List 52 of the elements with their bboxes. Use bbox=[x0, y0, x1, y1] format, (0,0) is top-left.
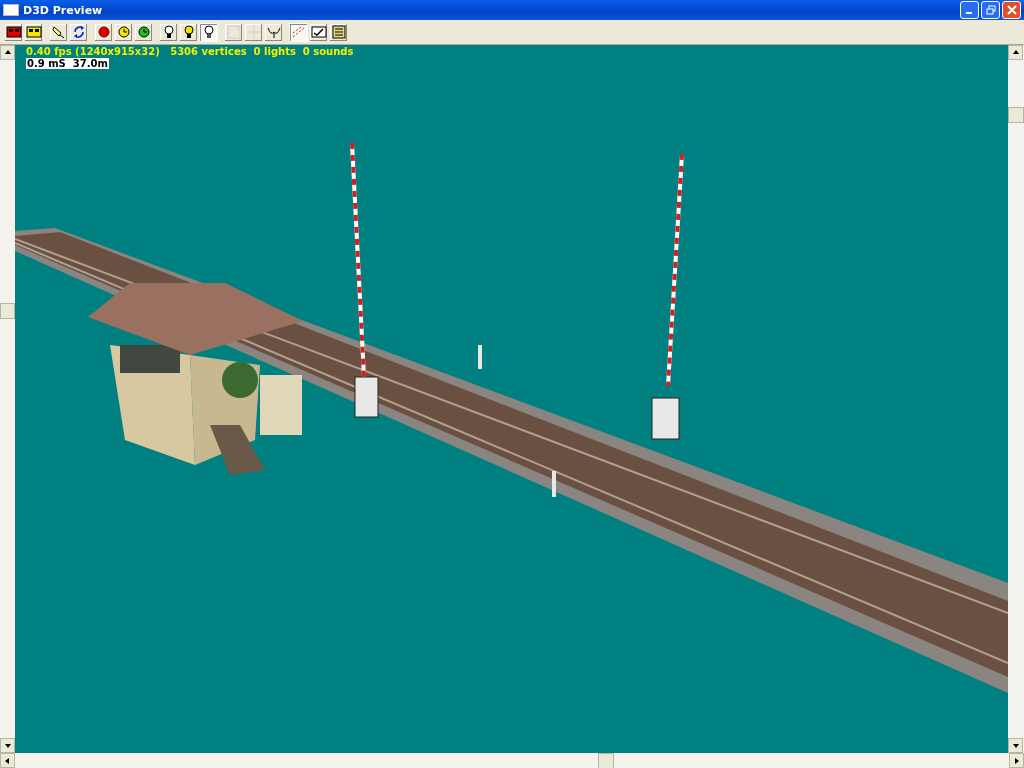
scroll-arrow-button[interactable] bbox=[0, 738, 15, 753]
triangle-icon bbox=[4, 743, 11, 748]
scroll-thumb[interactable] bbox=[1008, 107, 1024, 123]
restore-button[interactable] bbox=[981, 1, 1000, 19]
stats-text: 0.40 fps (1240x915x32) 5306 vertices 0 lights 0 sounds bbox=[26, 46, 354, 57]
scroll-arrow-button[interactable] bbox=[0, 45, 15, 60]
toolbar-button[interactable] bbox=[264, 22, 283, 42]
close-icon bbox=[1006, 5, 1017, 15]
minimize-button[interactable] bbox=[960, 1, 979, 19]
triangle-icon bbox=[1012, 49, 1019, 54]
lamp-icon bbox=[50, 24, 67, 40]
clock-icon bbox=[115, 24, 132, 40]
toolbar-button[interactable] bbox=[94, 22, 113, 42]
clock-icon bbox=[135, 24, 152, 40]
vertical-scrollbar[interactable] bbox=[1008, 45, 1024, 753]
scroll-arrow-button[interactable] bbox=[1008, 738, 1023, 753]
scroll-thumb[interactable] bbox=[598, 753, 614, 768]
list-icon bbox=[330, 24, 347, 40]
3d-viewport[interactable]: 0.40 fps (1240x915x32) 5306 vertices 0 lights 0 sounds 0.9 mS 37.0m bbox=[15, 45, 1008, 753]
toolbar-button[interactable] bbox=[49, 22, 68, 42]
toolbar-button[interactable] bbox=[309, 22, 328, 42]
toolbar-button[interactable] bbox=[134, 22, 153, 42]
scroll-arrow-button[interactable] bbox=[1008, 45, 1023, 60]
triangle-icon bbox=[1014, 757, 1019, 764]
triangle-icon bbox=[1012, 743, 1019, 748]
toolbar-button[interactable] bbox=[179, 22, 198, 42]
frame-icon bbox=[225, 24, 242, 40]
toolbar-button[interactable] bbox=[159, 22, 178, 42]
squares-icon bbox=[5, 24, 22, 40]
checkmark-icon bbox=[310, 24, 327, 40]
horizontal-scrollbar[interactable] bbox=[0, 753, 1024, 768]
window-title: D3D Preview bbox=[23, 3, 103, 17]
window-icon bbox=[3, 4, 19, 16]
triangle-icon bbox=[4, 49, 11, 54]
scroll-arrow-button[interactable] bbox=[1009, 753, 1024, 768]
minimize-icon bbox=[965, 12, 972, 14]
dashed-lines-icon bbox=[290, 24, 307, 40]
close-button[interactable] bbox=[1002, 1, 1021, 19]
toolbar-button[interactable] bbox=[24, 22, 43, 42]
vertical-scrollbar[interactable] bbox=[0, 45, 15, 753]
toolbar-button[interactable] bbox=[199, 22, 218, 42]
triangle-icon bbox=[4, 757, 9, 764]
timing-label: 0.9 mS 37.0m bbox=[26, 58, 109, 69]
crosshair-icon bbox=[245, 24, 262, 40]
toolbar-button[interactable] bbox=[69, 22, 88, 42]
dot-icon bbox=[95, 24, 112, 40]
toolbar-button[interactable] bbox=[4, 22, 23, 42]
restore-icon bbox=[986, 5, 995, 15]
scroll-arrow-button[interactable] bbox=[0, 753, 15, 768]
toolbar-button[interactable] bbox=[114, 22, 133, 42]
squares-icon bbox=[25, 24, 42, 40]
scroll-thumb[interactable] bbox=[0, 303, 15, 319]
